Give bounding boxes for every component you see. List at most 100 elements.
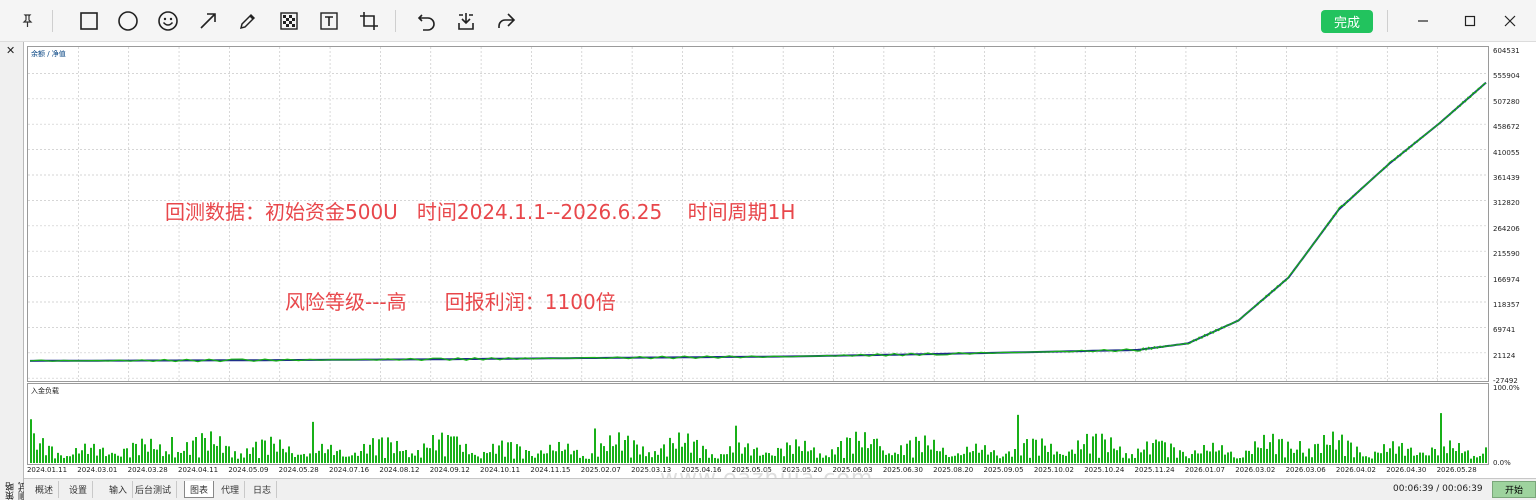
load-bar <box>1041 438 1043 463</box>
maximize-icon[interactable] <box>1455 8 1485 34</box>
tab-5[interactable]: 代理 <box>216 481 246 498</box>
load-bar <box>414 455 416 463</box>
load-bar <box>186 442 188 463</box>
load-bar <box>378 439 380 463</box>
circle-icon[interactable] <box>115 8 141 34</box>
load-bar <box>312 421 314 463</box>
start-button[interactable]: 开始 <box>1492 481 1536 498</box>
rectangle-icon[interactable] <box>76 8 102 34</box>
load-bar <box>708 457 710 463</box>
load-bar <box>456 436 458 463</box>
load-bar <box>1254 441 1256 463</box>
load-bar <box>927 445 929 463</box>
load-bar <box>537 453 539 463</box>
load-bar <box>519 446 521 463</box>
percent-tick-label: 0.0% <box>1493 459 1511 467</box>
mosaic-icon[interactable] <box>276 8 302 34</box>
load-bar <box>1287 441 1289 463</box>
load-bar <box>660 448 662 463</box>
emoji-icon[interactable] <box>155 8 181 34</box>
load-bar <box>462 451 464 463</box>
load-bar <box>243 457 245 463</box>
load-bar <box>543 453 545 463</box>
load-bar <box>156 449 158 463</box>
arrow-icon[interactable] <box>195 8 221 34</box>
load-bar <box>1056 451 1058 463</box>
load-bar <box>1443 446 1445 463</box>
load-bar <box>1158 441 1160 463</box>
load-bar <box>36 449 38 463</box>
load-bar <box>381 437 383 463</box>
share-icon[interactable] <box>493 8 519 34</box>
load-bar <box>735 425 737 463</box>
done-button[interactable]: 完成 <box>1321 10 1373 33</box>
load-bar <box>444 456 446 463</box>
load-bar <box>924 435 926 463</box>
load-bar <box>1236 458 1238 463</box>
tab-0[interactable]: 概述 <box>30 481 60 498</box>
load-bar <box>948 457 950 463</box>
load-bar <box>780 448 782 463</box>
load-bar <box>345 456 347 463</box>
load-bar <box>666 456 668 463</box>
load-bar <box>126 448 128 463</box>
tab-6[interactable]: 日志 <box>248 481 278 498</box>
tab-1[interactable]: 设置 <box>64 481 94 498</box>
load-bar <box>657 454 659 463</box>
load-bar <box>177 451 179 463</box>
minimize-icon[interactable] <box>1408 8 1438 34</box>
pencil-icon[interactable] <box>235 8 261 34</box>
load-bar <box>228 446 230 463</box>
load-bar <box>396 440 398 463</box>
load-bar <box>1299 441 1301 463</box>
load-bar <box>903 455 905 463</box>
crop-icon[interactable] <box>356 8 382 34</box>
load-bar <box>240 453 242 463</box>
load-bar <box>843 457 845 463</box>
load-bar <box>201 433 203 463</box>
load-bar <box>636 444 638 463</box>
save-icon[interactable] <box>453 8 479 34</box>
load-bar <box>672 443 674 463</box>
undo-icon[interactable] <box>414 8 440 34</box>
tab-2[interactable]: 输入 <box>104 481 134 498</box>
load-bar <box>678 432 680 463</box>
load-bar <box>102 447 104 463</box>
load-bar <box>1344 456 1346 463</box>
load-bar <box>447 435 449 463</box>
load-bar <box>858 440 860 463</box>
load-bar <box>1323 434 1325 463</box>
price-tick-label: 166974 <box>1493 275 1520 284</box>
load-bar <box>438 439 440 463</box>
load-bar <box>609 435 611 463</box>
tab-3[interactable]: 后台测试 <box>130 481 178 498</box>
load-bar <box>882 450 884 463</box>
load-bar <box>975 443 977 463</box>
deposit-load-chart[interactable]: 入金负载 <box>27 383 1489 465</box>
load-bar <box>285 452 287 463</box>
tab-4[interactable]: 图表 <box>184 481 215 498</box>
load-bar <box>630 457 632 463</box>
load-bar <box>549 444 551 463</box>
date-tick-label: 2024.01.11 <box>26 466 68 474</box>
load-bar <box>870 444 872 463</box>
load-bar <box>387 437 389 463</box>
load-bar <box>120 456 122 463</box>
load-bar <box>153 449 155 463</box>
load-bar <box>825 455 827 463</box>
load-bar <box>1425 455 1427 463</box>
load-bar <box>501 440 503 463</box>
load-bar <box>198 457 200 463</box>
load-bar <box>1101 433 1103 463</box>
load-bar <box>1206 450 1208 463</box>
load-bar <box>1086 433 1088 463</box>
close-icon[interactable] <box>1495 8 1525 34</box>
text-icon[interactable] <box>316 8 342 34</box>
date-tick-label: 2025.06.30 <box>882 466 923 474</box>
pin-icon[interactable] <box>14 8 40 34</box>
load-bar <box>828 457 830 463</box>
panel-close-icon[interactable]: ✕ <box>6 44 15 57</box>
load-bar <box>1152 443 1154 463</box>
load-bar <box>711 454 713 463</box>
load-bar <box>909 440 911 463</box>
